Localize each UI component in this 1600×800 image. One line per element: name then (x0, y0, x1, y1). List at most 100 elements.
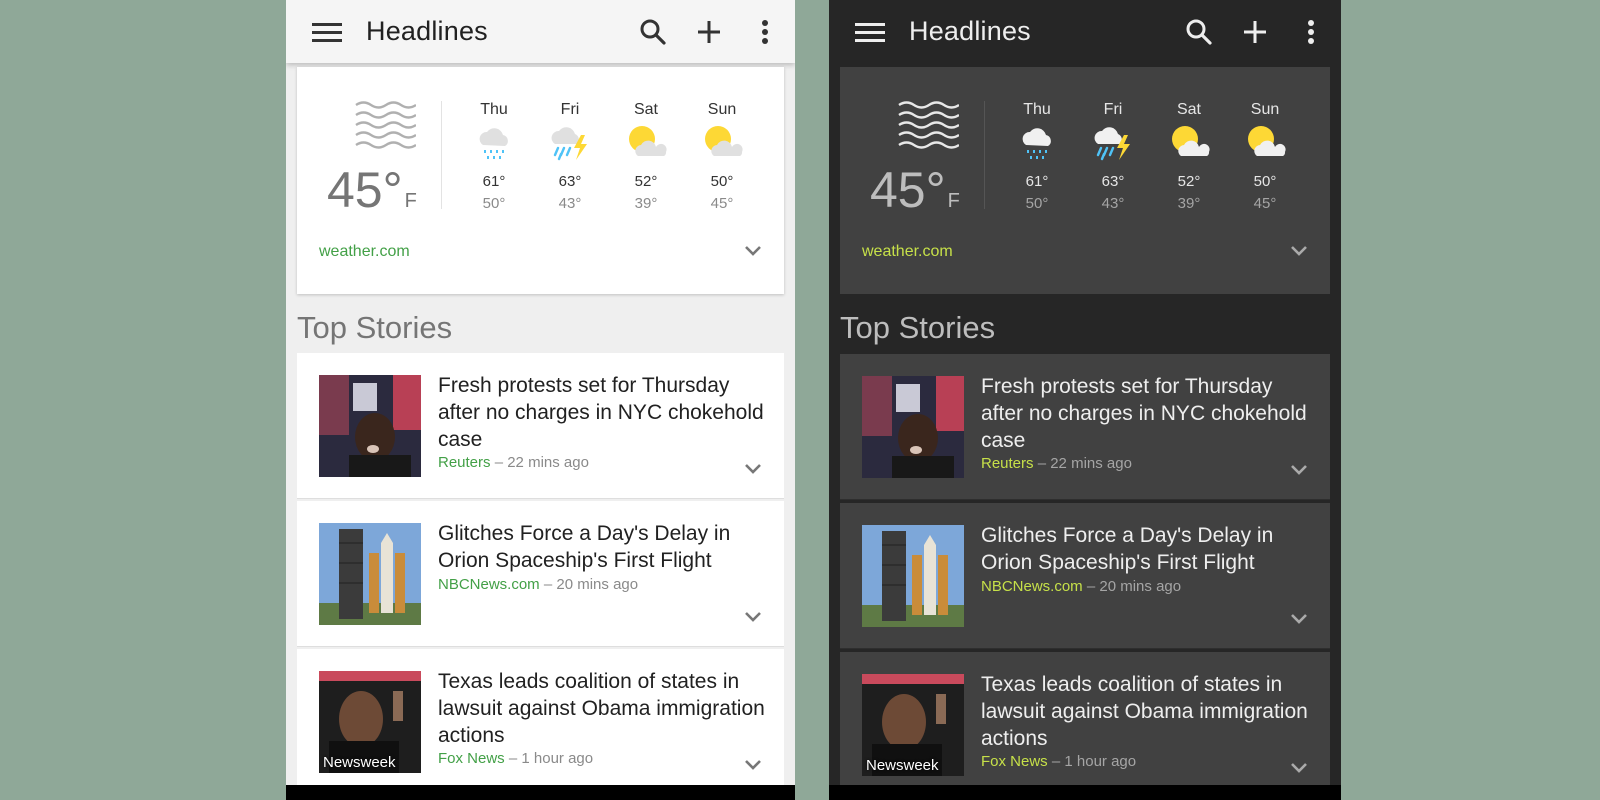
system-nav-bar (829, 785, 1341, 800)
system-nav-bar (286, 785, 795, 800)
chevron-down-icon[interactable] (1285, 241, 1313, 261)
rain-icon (457, 121, 531, 165)
story-card[interactable]: Fresh protests set for Thursday after no… (297, 353, 784, 499)
chevron-down-icon[interactable] (1285, 609, 1313, 629)
forecast-low: 50° (482, 195, 506, 212)
temp-unit: F (947, 190, 960, 212)
forecast-day: Fri 63° 43° (1076, 101, 1150, 212)
forecast-low: 39° (1177, 195, 1201, 212)
story-source[interactable]: Fox News (438, 750, 505, 767)
forecast-low: 45° (710, 195, 734, 212)
story-headline[interactable]: Fresh protests set for Thursday after no… (438, 372, 766, 453)
forecast-low: 39° (634, 195, 658, 212)
thumbnail-label: Newsweek (866, 757, 939, 774)
forecast-day: Sat 52° 39° (1152, 101, 1226, 212)
story-separator: – (508, 750, 518, 767)
story-thumbnail: Newsweek (862, 674, 964, 776)
story-headline[interactable]: Fresh protests set for Thursday after no… (981, 373, 1312, 454)
add-icon[interactable] (1233, 10, 1277, 54)
forecast-day: Fri 63° 43° (533, 101, 607, 212)
story-source[interactable]: Reuters (981, 455, 1034, 472)
story-source[interactable]: Fox News (981, 753, 1048, 770)
add-icon[interactable] (687, 10, 731, 54)
story-thumbnail (319, 375, 421, 477)
forecast-low: 43° (558, 195, 582, 212)
story-time: 20 mins ago (556, 576, 639, 593)
forecast-high: 52° (634, 173, 658, 190)
forecast-day-name: Sun (1250, 101, 1280, 118)
story-source[interactable]: NBCNews.com (438, 576, 540, 593)
menu-icon[interactable] (853, 15, 887, 49)
story-card[interactable]: Fresh protests set for Thursday after no… (840, 354, 1330, 500)
story-meta: Reuters – 22 mins ago (981, 455, 1132, 472)
chevron-down-icon[interactable] (739, 459, 767, 479)
story-meta: Reuters – 22 mins ago (438, 454, 589, 471)
forecast-day-name: Fri (560, 101, 580, 118)
more-options-icon[interactable] (743, 10, 787, 54)
story-separator: – (1086, 578, 1096, 595)
forecast-low: 50° (1025, 195, 1049, 212)
chevron-down-icon[interactable] (739, 241, 767, 261)
forecast-low: 45° (1253, 195, 1277, 212)
story-separator: – (543, 576, 553, 593)
chevron-down-icon[interactable] (1285, 758, 1313, 778)
weather-card: 45° F Thu 61° 50° Fri 63° 43° Sat 52° 39° (840, 67, 1330, 294)
rain-icon (1000, 121, 1074, 165)
app-bar: Headlines (286, 0, 795, 63)
app-title: Headlines (909, 16, 1031, 46)
forecast-day-name: Thu (1023, 101, 1051, 118)
forecast-high: 50° (1253, 173, 1277, 190)
story-card[interactable]: Newsweek Texas leads coalition of states… (840, 652, 1330, 798)
weather-card: 45° F Thu 61° 50° Fri 63° 43° Sat 52° 39° (297, 67, 784, 294)
story-card[interactable]: Glitches Force a Day's Delay in Orion Sp… (840, 503, 1330, 649)
story-thumbnail (319, 523, 421, 625)
story-source[interactable]: NBCNews.com (981, 578, 1083, 595)
story-meta: NBCNews.com – 20 mins ago (981, 578, 1181, 595)
forecast-day-name: Sun (707, 101, 737, 118)
waves-icon (297, 99, 437, 156)
menu-icon[interactable] (310, 15, 344, 49)
weather-source-link[interactable]: weather.com (862, 243, 953, 261)
forecast-day: Thu 61° 50° (1000, 101, 1074, 212)
story-thumbnail (862, 376, 964, 478)
forecast-day-name: Fri (1103, 101, 1123, 118)
story-meta: NBCNews.com – 20 mins ago (438, 576, 638, 593)
current-temp-value: 45° (870, 162, 946, 218)
story-headline[interactable]: Texas leads coalition of states in lawsu… (438, 668, 766, 749)
thumbnail-label: Newsweek (323, 754, 396, 771)
story-headline[interactable]: Glitches Force a Day's Delay in Orion Sp… (438, 520, 766, 574)
story-headline[interactable]: Glitches Force a Day's Delay in Orion Sp… (981, 522, 1312, 576)
chevron-down-icon[interactable] (1285, 460, 1313, 480)
chevron-down-icon[interactable] (739, 755, 767, 775)
story-time: 1 hour ago (521, 750, 594, 767)
story-headline[interactable]: Texas leads coalition of states in lawsu… (981, 671, 1312, 752)
current-temp-value: 45° (327, 162, 403, 218)
story-separator: – (1051, 753, 1061, 770)
phone-dark-theme: Headlines 45° F Thu 61° 50° Fri 63° 43° … (829, 0, 1341, 800)
divider (441, 101, 442, 209)
forecast-day: Sun 50° 45° (1228, 101, 1302, 212)
chevron-down-icon[interactable] (739, 607, 767, 627)
forecast-low: 43° (1101, 195, 1125, 212)
forecast-high: 61° (1025, 173, 1049, 190)
forecast-day: Thu 61° 50° (457, 101, 531, 212)
temp-unit: F (404, 190, 417, 212)
thunderstorm-icon (533, 121, 607, 165)
search-icon[interactable] (1177, 10, 1221, 54)
partly-cloudy-icon (609, 121, 683, 165)
story-card[interactable]: Glitches Force a Day's Delay in Orion Sp… (297, 501, 784, 647)
forecast-day-name: Sat (633, 101, 658, 118)
story-thumbnail (862, 525, 964, 627)
partly-cloudy-icon (1152, 121, 1226, 165)
story-source[interactable]: Reuters (438, 454, 491, 471)
forecast-day-name: Sat (1176, 101, 1201, 118)
more-options-icon[interactable] (1289, 10, 1333, 54)
weather-source-link[interactable]: weather.com (319, 243, 410, 261)
story-card[interactable]: Newsweek Texas leads coalition of states… (297, 649, 784, 795)
search-icon[interactable] (631, 10, 675, 54)
forecast-high: 52° (1177, 173, 1201, 190)
forecast-high: 50° (710, 173, 734, 190)
section-title: Top Stories (297, 310, 453, 345)
forecast-day: Sat 52° 39° (609, 101, 683, 212)
forecast-day: Sun 50° 45° (685, 101, 759, 212)
